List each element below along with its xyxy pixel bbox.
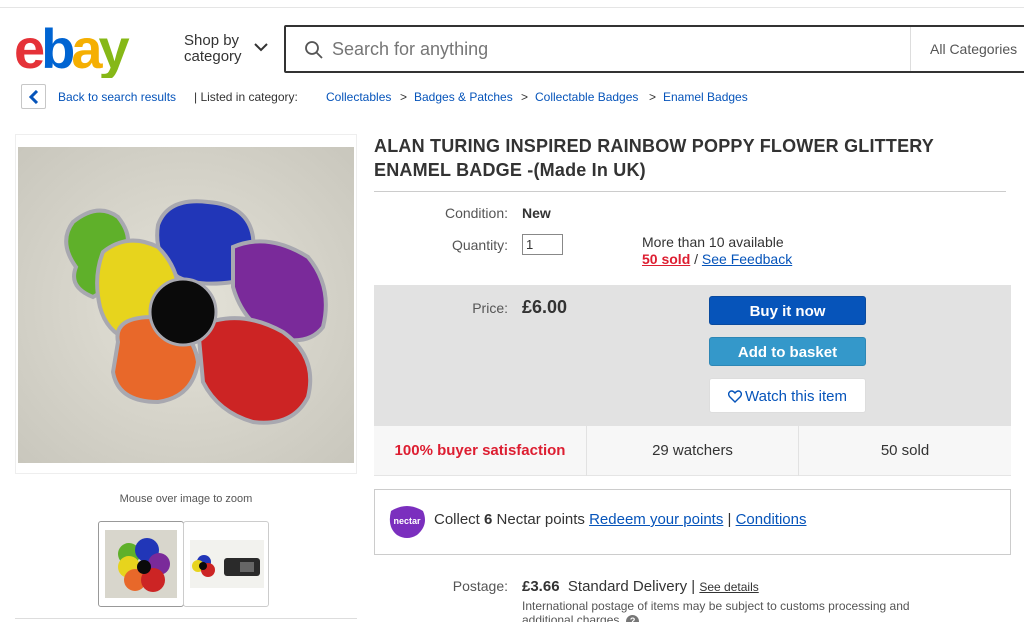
poppy-badge-illustration	[18, 147, 354, 463]
heart-icon	[727, 390, 743, 403]
top-divider	[0, 7, 1024, 8]
product-image[interactable]	[18, 147, 354, 463]
item-title: ALAN TURING INSPIRED RAINBOW POPPY FLOWE…	[374, 136, 934, 180]
postage-line: £3.66 Standard Delivery | See details	[522, 578, 759, 595]
thumbnail-2-image	[190, 540, 264, 588]
postage-note-text: International postage of items may be su…	[522, 599, 910, 622]
title-divider	[374, 191, 1006, 192]
thumbnail-2[interactable]	[183, 521, 269, 607]
watch-item-label: Watch this item	[745, 388, 847, 405]
buyer-satisfaction: 100% buyer satisfaction	[394, 442, 566, 459]
nectar-panel: nectar Collect 6 Nectar points Redeem yo…	[374, 489, 1011, 555]
chevron-left-icon	[28, 90, 39, 104]
ebay-logo[interactable]: ebay	[14, 22, 148, 78]
availability-block: More than 10 available 50 sold / See Fee…	[642, 234, 792, 268]
main-image-frame[interactable]	[15, 134, 357, 474]
breadcrumb-collectables[interactable]: Collectables	[326, 90, 391, 104]
quantity-label: Quantity:	[451, 237, 508, 253]
availability-text: More than 10 available	[642, 234, 784, 250]
svg-text:nectar: nectar	[393, 516, 421, 526]
nectar-collect-pre: Collect	[434, 511, 480, 528]
search-icon	[305, 41, 323, 59]
chevron-down-icon[interactable]	[254, 42, 268, 52]
conditions-link[interactable]: Conditions	[736, 511, 807, 528]
breadcrumb-separator: >	[521, 90, 529, 104]
breadcrumb-collectable-badges[interactable]: Collectable Badges	[535, 90, 638, 104]
shop-by-line2: category	[184, 48, 242, 65]
postage-price: £3.66	[522, 578, 560, 595]
breadcrumb-badges-patches[interactable]: Badges & Patches	[414, 90, 513, 104]
listed-in-label: | Listed in category:	[194, 90, 298, 104]
sold-count-link[interactable]: 50 sold	[642, 251, 690, 267]
nectar-logo-icon: nectar	[389, 506, 425, 538]
breadcrumb-enamel-badges[interactable]: Enamel Badges	[663, 90, 748, 104]
see-feedback-link[interactable]: See Feedback	[702, 251, 792, 267]
postage-label: Postage:	[452, 578, 508, 594]
gallery-divider	[15, 618, 357, 619]
zoom-note: Mouse over image to zoom	[119, 493, 253, 505]
search-input[interactable]	[332, 27, 892, 71]
nectar-collect-post: Nectar points	[496, 511, 585, 528]
sold-count: 50 sold	[798, 426, 1011, 476]
category-select[interactable]: All Categories	[910, 27, 1024, 71]
redeem-points-link[interactable]: Redeem your points	[589, 511, 723, 528]
back-to-search-link[interactable]: Back to search results	[58, 90, 176, 104]
add-to-basket-button[interactable]: Add to basket	[709, 337, 866, 366]
shop-by-line1: Shop by	[184, 32, 240, 49]
thumbnail-1-image	[105, 530, 177, 598]
breadcrumb-separator: >	[649, 90, 657, 104]
condition-label: Condition:	[444, 205, 508, 221]
breadcrumb-separator: >	[400, 90, 408, 104]
condition-value: New	[522, 205, 551, 221]
quantity-input[interactable]: 1	[522, 234, 563, 255]
thumbnail-1[interactable]	[98, 521, 184, 607]
postage-note: International postage of items may be su…	[522, 599, 962, 622]
search-bar: All Categories	[284, 25, 1024, 73]
nectar-collect-text: Collect 6 Nectar points Redeem your poin…	[434, 511, 806, 528]
price-label: Price:	[472, 300, 508, 316]
nectar-divider: |	[727, 511, 732, 528]
svg-text:ebay: ebay	[14, 22, 130, 78]
stats-strip: 100% buyer satisfaction 29 watchers 50 s…	[374, 426, 1011, 476]
price-value: £6.00	[522, 297, 568, 317]
buy-it-now-button[interactable]: Buy it now	[709, 296, 866, 325]
nectar-points: 6	[484, 511, 493, 528]
shop-by-category[interactable]: Shop by category	[184, 33, 242, 65]
watchers-count: 29 watchers	[586, 426, 798, 476]
postage-method: Standard Delivery |	[567, 578, 696, 595]
watch-item-button[interactable]: Watch this item	[709, 378, 866, 413]
slash-separator: /	[694, 251, 699, 267]
see-details-link[interactable]: See details	[699, 580, 758, 594]
help-icon[interactable]: ?	[626, 615, 640, 622]
back-button[interactable]	[21, 84, 46, 109]
